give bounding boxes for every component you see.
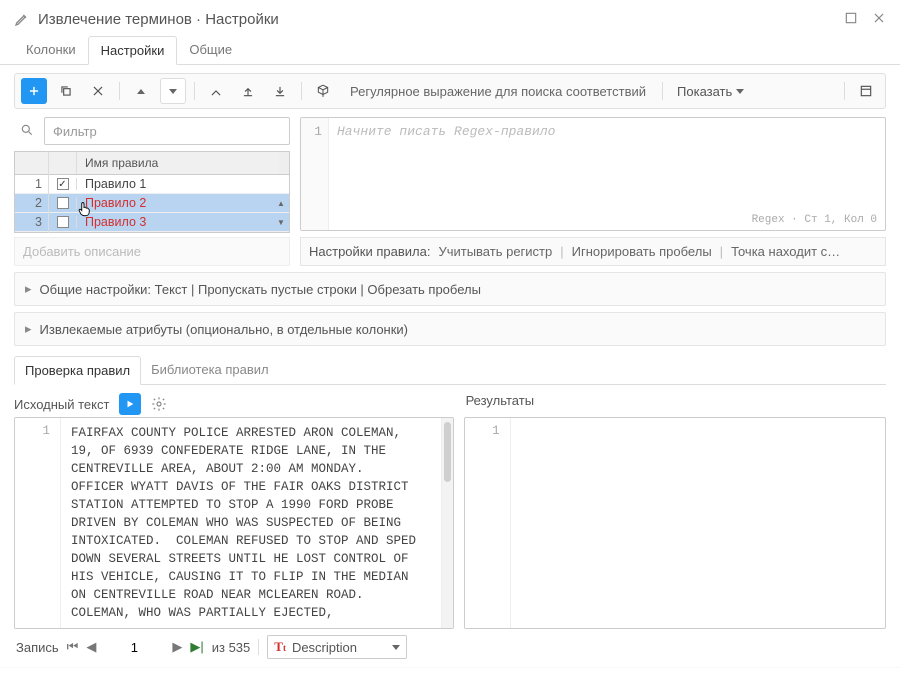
add-rule-button[interactable] — [21, 78, 47, 104]
source-text-pane[interactable]: 1 FAIRFAX COUNTY POLICE ARRESTED ARON CO… — [14, 417, 454, 629]
rule-name: Правило 2 — [77, 196, 277, 210]
move-up-button[interactable] — [128, 78, 154, 104]
delete-button[interactable] — [85, 78, 111, 104]
nav-last-icon[interactable]: ▶| — [190, 639, 203, 655]
description-input[interactable]: Добавить описание — [14, 237, 290, 266]
record-number-input[interactable] — [104, 639, 164, 656]
table-row[interactable]: 3 Правило 3 ▼ — [15, 213, 289, 232]
footer: Выполнить OK Отмена — [0, 667, 900, 675]
regex-status: Regex · Ст 1, Кол 0 — [752, 214, 877, 226]
subtab-check-rules[interactable]: Проверка правил — [14, 356, 141, 385]
close-icon[interactable] — [872, 11, 886, 28]
chevron-down-icon — [392, 645, 400, 650]
table-row[interactable]: 1 ✓ Правило 1 — [15, 175, 289, 194]
extracted-attrs-accordion[interactable]: ▸Извлекаемые атрибуты (опционально, в от… — [14, 312, 886, 346]
gear-icon[interactable] — [151, 396, 167, 412]
rules-header-row: Имя правила — [15, 152, 289, 175]
scrollbar[interactable] — [441, 418, 453, 628]
tab-settings[interactable]: Настройки — [88, 36, 178, 65]
regex-editor[interactable]: 1 Начните писать Regex-правило Regex · С… — [300, 117, 886, 231]
import-button[interactable] — [203, 78, 229, 104]
source-text-label: Исходный текст — [14, 397, 109, 412]
record-label: Запись — [16, 640, 59, 655]
nav-next-icon[interactable]: ▶ — [172, 639, 182, 655]
nav-prev-icon[interactable]: ◀ — [86, 639, 96, 655]
rule-options-label: Настройки правила: — [309, 244, 430, 259]
show-dropdown[interactable]: Показать — [671, 84, 750, 99]
run-test-button[interactable] — [119, 393, 141, 415]
rule-name: Правило 1 — [77, 177, 277, 191]
duplicate-button[interactable] — [53, 78, 79, 104]
nav-first-icon[interactable]: ⏮ — [67, 639, 79, 655]
edit-icon — [14, 11, 30, 27]
column-select[interactable]: Tt Description — [267, 635, 407, 659]
rules-table: Имя правила 1 ✓ Правило 1 2 Правило 2 ▲ — [14, 151, 290, 233]
upload-button[interactable] — [235, 78, 261, 104]
subtab-rule-library[interactable]: Библиотека правил — [141, 356, 279, 384]
toolbar: Регулярное выражение для поиска соответс… — [14, 73, 886, 109]
package-button[interactable] — [310, 78, 336, 104]
record-nav: Запись ⏮ ◀ ▶ ▶| из 535 Tt Description — [14, 629, 886, 659]
layout-button[interactable] — [853, 78, 879, 104]
tab-common[interactable]: Общие — [177, 36, 244, 64]
rule-name: Правило 3 — [77, 215, 277, 229]
filter-input[interactable] — [44, 117, 290, 145]
rules-header-name[interactable]: Имя правила — [77, 152, 279, 174]
results-label: Результаты — [462, 385, 886, 417]
opt-dotall[interactable]: Точка находит с… — [731, 244, 840, 259]
source-text-body: FAIRFAX COUNTY POLICE ARRESTED ARON COLE… — [61, 418, 441, 628]
search-icon — [14, 117, 40, 143]
subtabs: Проверка правил Библиотека правил — [14, 356, 886, 385]
rule-options-bar: Настройки правила: Учитывать регистр| Иг… — [300, 237, 886, 266]
main-tabs: Колонки Настройки Общие — [0, 36, 900, 65]
window-title: Извлечение терминов · Настройки — [38, 11, 844, 28]
table-row[interactable]: 2 Правило 2 ▲ — [15, 194, 289, 213]
rule-checkbox[interactable]: ✓ — [57, 178, 69, 190]
record-total: из 535 — [212, 640, 251, 655]
rule-checkbox[interactable] — [57, 216, 69, 228]
titlebar: Извлечение терминов · Настройки — [0, 0, 900, 36]
move-down-button[interactable] — [160, 78, 186, 104]
general-settings-accordion[interactable]: ▸Общие настройки: Текст | Пропускать пус… — [14, 272, 886, 306]
opt-ignore-ws[interactable]: Игнорировать пробелы — [572, 244, 712, 259]
rule-checkbox[interactable] — [57, 197, 69, 209]
download-button[interactable] — [267, 78, 293, 104]
results-body — [511, 418, 885, 628]
text-type-icon: Tt — [274, 639, 286, 655]
tab-columns[interactable]: Колонки — [14, 36, 88, 64]
opt-case[interactable]: Учитывать регистр — [438, 244, 552, 259]
toolbar-regex-label: Регулярное выражение для поиска соответс… — [342, 84, 654, 99]
results-pane[interactable]: 1 — [464, 417, 886, 629]
maximize-icon[interactable] — [844, 11, 858, 28]
